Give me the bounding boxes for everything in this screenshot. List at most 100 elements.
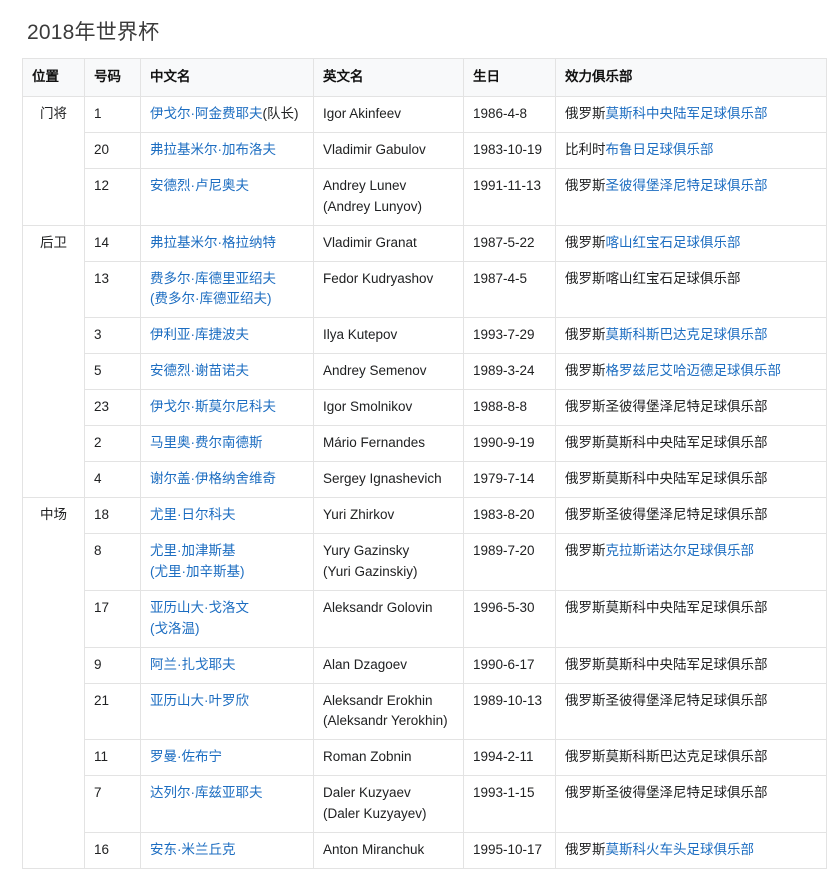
chinese-name-cell: 安德烈·谢苗诺夫 [140, 353, 314, 391]
shirt-number-cell: 23 [84, 389, 141, 427]
shirt-number-cell: 12 [84, 167, 141, 226]
english-name-text: Anton Miranchuk [323, 842, 425, 858]
player-name-link[interactable]: 安东·米兰丘克 [150, 842, 236, 857]
table-row: 23 伊戈尔·斯莫尔尼科夫 Igor Smolnikov 1988-8-8 俄罗斯圣彼得… [23, 389, 827, 427]
club-cell: 俄罗斯克拉斯诺达尔足球俱乐部 [555, 532, 827, 591]
shirt-number-cell: 13 [84, 260, 141, 319]
club-country-prefix: 俄罗斯 [565, 842, 606, 858]
birthday-cell: 1988-8-8 [463, 389, 556, 427]
club-link[interactable]: 圣彼得堡泽尼特足球俱乐部 [606, 178, 768, 193]
table-row: 21 亚历山大·叶罗欣 Aleksandr Erokhin (Aleksandr Ye… [23, 682, 827, 741]
english-name-text: Aleksandr Erokhin [323, 692, 433, 708]
shirt-number-cell: 14 [84, 224, 141, 262]
shirt-number-cell: 17 [84, 589, 141, 648]
english-name-cell: Daler Kuzyaev (Daler Kuzyayev) [313, 775, 464, 834]
player-name-link[interactable]: 费多尔·库德里亚绍夫 [150, 271, 276, 286]
player-name-alt-link[interactable]: (尤里·加辛斯基) [150, 564, 245, 579]
chinese-name-cell: 安德烈·卢尼奥夫 [140, 167, 314, 226]
club-link[interactable]: 莫斯科斯巴达克足球俱乐部 [606, 327, 768, 342]
table-row: 4 谢尔盖·伊格纳舍维奇 Sergey Ignashevich 1979-7-14 俄罗… [23, 461, 827, 498]
club-text: 俄罗斯圣彼得堡泽尼特足球俱乐部 [565, 785, 768, 801]
shirt-number-cell: 16 [84, 832, 141, 869]
club-cell: 俄罗斯喀山红宝石足球俱乐部 [555, 260, 827, 319]
table-row: 5 安德烈·谢苗诺夫 Andrey Semenov 1989-3-24 俄罗斯格罗兹尼艾… [23, 353, 827, 391]
player-name-link[interactable]: 安德烈·卢尼奥夫 [150, 178, 249, 193]
english-name-cell: Roman Zobnin [313, 739, 464, 777]
club-cell: 俄罗斯莫斯科中央陆军足球俱乐部 [555, 646, 827, 684]
birthday-cell: 1989-3-24 [463, 353, 556, 391]
chinese-name-cell: 谢尔盖·伊格纳舍维奇 [140, 461, 314, 498]
player-name-link[interactable]: 谢尔盖·伊格纳舍维奇 [150, 471, 276, 486]
player-name-link[interactable]: 亚历山大·戈洛文 [150, 600, 249, 615]
birthday-cell: 1987-4-5 [463, 260, 556, 319]
player-name-link[interactable]: 伊利亚·库捷波夫 [150, 327, 249, 342]
english-name-alt-text: (Andrey Lunyov) [323, 198, 423, 214]
table-row: 7 达列尔·库兹亚耶夫 Daler Kuzyaev (Daler Kuzyayev) 1… [23, 775, 827, 834]
club-cell: 俄罗斯莫斯科中央陆军足球俱乐部 [555, 589, 827, 648]
player-name-alt-link[interactable]: (费多尔·库德亚绍夫) [150, 291, 272, 306]
club-link[interactable]: 布鲁日足球俱乐部 [606, 142, 714, 157]
english-name-text: Igor Smolnikov [323, 399, 413, 415]
player-name-link[interactable]: 罗曼·佐布宁 [150, 749, 222, 764]
club-country-prefix: 俄罗斯 [565, 234, 606, 250]
player-name-link[interactable]: 亚历山大·叶罗欣 [150, 693, 249, 708]
english-name-text: Yury Gazinsky [323, 542, 410, 558]
english-name-cell: Sergey Ignashevich [313, 461, 464, 498]
club-text: 俄罗斯莫斯科中央陆军足球俱乐部 [565, 471, 768, 487]
english-name-text: Andrey Semenov [323, 363, 427, 379]
player-name-link[interactable]: 弗拉基米尔·格拉纳特 [150, 235, 276, 250]
club-country-prefix: 俄罗斯 [565, 363, 606, 379]
club-text: 俄罗斯莫斯科中央陆军足球俱乐部 [565, 599, 768, 615]
chinese-name-cell: 弗拉基米尔·加布洛夫 [140, 131, 314, 169]
club-link[interactable]: 莫斯科火车头足球俱乐部 [606, 842, 755, 857]
chinese-name-cell: 亚历山大·叶罗欣 [140, 682, 314, 741]
player-name-link[interactable]: 伊戈尔·斯莫尔尼科夫 [150, 399, 276, 414]
english-name-cell: Igor Akinfeev [313, 95, 464, 133]
english-name-text: Mário Fernandes [323, 435, 426, 451]
chinese-name-cell: 伊利亚·库捷波夫 [140, 317, 314, 355]
player-name-link[interactable]: 弗拉基米尔·加布洛夫 [150, 142, 276, 157]
table-row: 8 尤里·加津斯基 (尤里·加辛斯基) Yury Gazinsky (Yuri Gazi… [23, 532, 827, 591]
player-name-link[interactable]: 达列尔·库兹亚耶夫 [150, 785, 263, 800]
english-name-text: Daler Kuzyaev [323, 785, 411, 801]
column-header-chinese-name: 中文名 [140, 58, 314, 97]
english-name-cell: Yuri Zhirkov [313, 496, 464, 534]
table-row: 11 罗曼·佐布宁 Roman Zobnin 1994-2-11 俄罗斯莫斯科斯巴达克足… [23, 739, 827, 777]
shirt-number-cell: 7 [84, 775, 141, 834]
english-name-cell: Andrey Semenov [313, 353, 464, 391]
club-cell: 俄罗斯圣彼得堡泽尼特足球俱乐部 [555, 167, 827, 226]
shirt-number-cell: 1 [84, 95, 141, 133]
club-cell: 俄罗斯喀山红宝石足球俱乐部 [555, 224, 827, 262]
chinese-name-cell: 罗曼·佐布宁 [140, 739, 314, 777]
english-name-text: Sergey Ignashevich [323, 471, 442, 487]
player-name-alt-link[interactable]: (戈洛温) [150, 621, 200, 636]
player-name-link[interactable]: 阿兰·扎戈耶夫 [150, 657, 236, 672]
column-header-number: 号码 [84, 58, 141, 97]
birthday-cell: 1983-10-19 [463, 131, 556, 169]
club-link[interactable]: 喀山红宝石足球俱乐部 [606, 235, 741, 250]
position-cell: 后卫 [22, 224, 85, 498]
english-name-cell: Ilya Kutepov [313, 317, 464, 355]
club-cell: 俄罗斯莫斯科斯巴达克足球俱乐部 [555, 317, 827, 355]
club-link[interactable]: 克拉斯诺达尔足球俱乐部 [606, 543, 755, 558]
chinese-name-cell: 尤里·日尔科夫 [140, 496, 314, 534]
table-row: 12 安德烈·卢尼奥夫 Andrey Lunev (Andrey Lunyov) 199… [23, 167, 827, 226]
english-name-text: Vladimir Gabulov [323, 141, 426, 157]
column-header-birthday: 生日 [463, 58, 556, 97]
english-name-text: Aleksandr Golovin [323, 599, 433, 615]
player-name-link[interactable]: 尤里·日尔科夫 [150, 507, 236, 522]
club-link[interactable]: 莫斯科中央陆军足球俱乐部 [606, 106, 768, 121]
page-container: 2018年世界杯 位置 号码 中文名 英文名 生日 效力俱乐部 门将 1 伊戈尔·阿… [0, 16, 835, 869]
player-name-link[interactable]: 马里奥·费尔南德斯 [150, 435, 263, 450]
club-text: 俄罗斯莫斯科斯巴达克足球俱乐部 [565, 749, 768, 765]
player-name-link[interactable]: 安德烈·谢苗诺夫 [150, 363, 249, 378]
table-row: 9 阿兰·扎戈耶夫 Alan Dzagoev 1990-6-17 俄罗斯莫斯科中央陆军足… [23, 646, 827, 684]
player-name-link[interactable]: 尤里·加津斯基 [150, 543, 236, 558]
english-name-alt-text: (Aleksandr Yerokhin) [323, 713, 448, 729]
club-text: 俄罗斯莫斯科中央陆军足球俱乐部 [565, 435, 768, 451]
player-name-link[interactable]: 伊戈尔·阿金费耶夫 [150, 106, 263, 121]
table-row: 门将 1 伊戈尔·阿金费耶夫(队长) Igor Akinfeev 1986-4-8 俄罗斯… [22, 95, 827, 226]
chinese-name-cell: 尤里·加津斯基 (尤里·加辛斯基) [140, 532, 314, 591]
shirt-number-cell: 8 [84, 532, 141, 591]
club-link[interactable]: 格罗兹尼艾哈迈德足球俱乐部 [606, 363, 782, 378]
